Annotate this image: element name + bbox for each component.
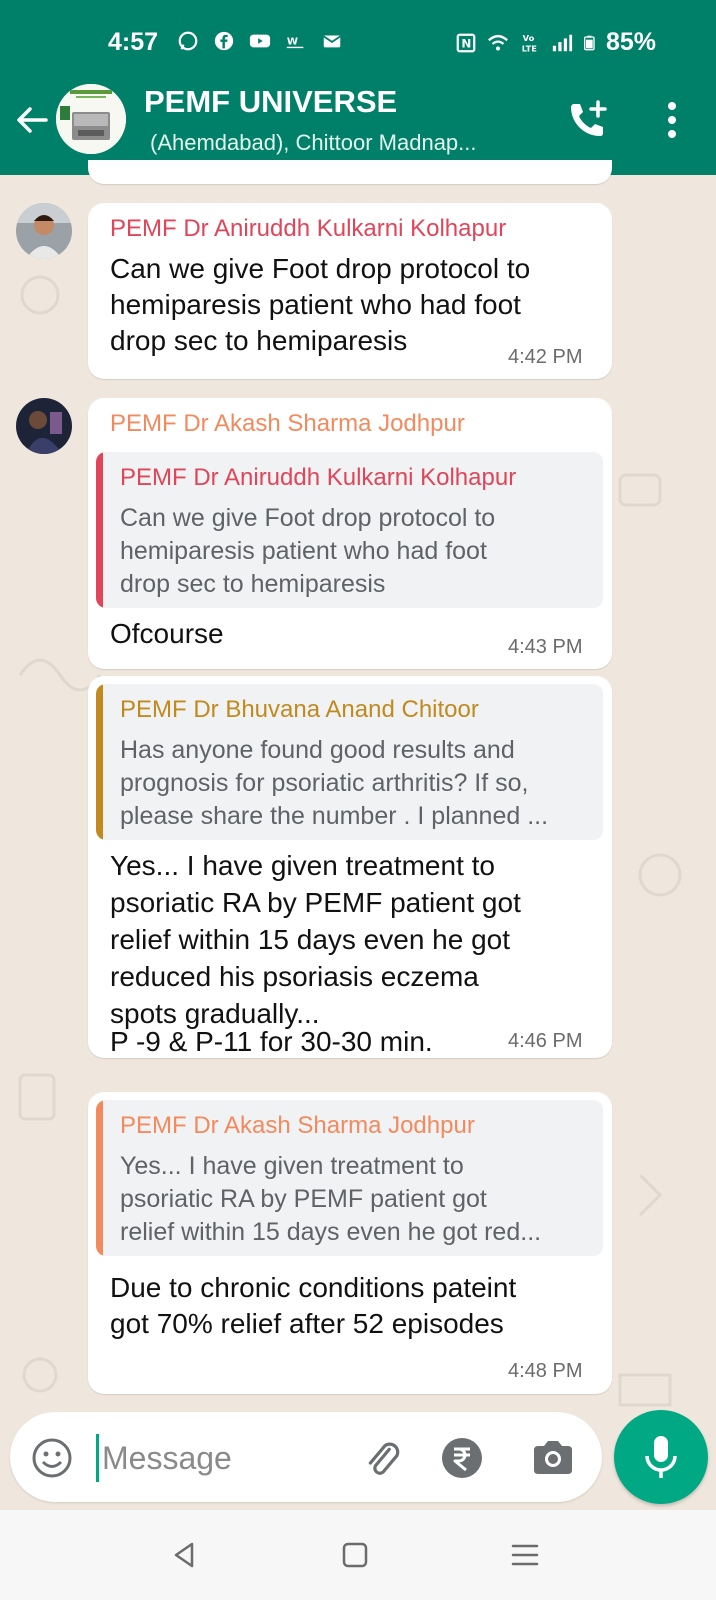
sender-name[interactable]: PEMF Dr Akash Sharma Jodhpur — [110, 410, 465, 438]
previous-message-bubble[interactable] — [88, 160, 612, 184]
message-line: Ofcourse — [110, 618, 224, 649]
status-bar: 4:57 W N Vo LTE 85% — [0, 22, 716, 62]
quoted-line: Can we give Foot drop protocol to — [120, 504, 496, 532]
text-cursor — [96, 1434, 99, 1482]
quote-accent-bar — [96, 452, 103, 608]
pemf-device-image — [56, 84, 126, 154]
avatar-sharma[interactable] — [16, 398, 72, 454]
battery-icon — [584, 35, 595, 50]
group-avatar[interactable] — [56, 84, 126, 154]
quote-accent-bar — [96, 684, 103, 840]
quoted-sender: PEMF Dr Aniruddh Kulkarni Kolhapur — [120, 464, 517, 491]
voice-record-button[interactable] — [614, 1410, 708, 1504]
message-time: 4:46 PM — [508, 1030, 583, 1052]
quoted-line: drop sec to hemiparesis — [120, 570, 386, 598]
message-time: 4:48 PM — [508, 1360, 583, 1382]
message-line: drop sec to hemiparesis — [110, 325, 408, 356]
svg-text:W: W — [287, 37, 298, 48]
nav-menu-icon[interactable] — [508, 1538, 542, 1572]
message-line: Due to chronic conditions pateint — [110, 1272, 517, 1303]
chat-header: 4:57 W N Vo LTE 85% PEMF UNIVERSE (Ahemd… — [0, 0, 716, 175]
message-line: psoriatic RA by PEMF patient got — [110, 887, 521, 918]
svg-text:N: N — [461, 36, 471, 50]
quoted-message[interactable]: PEMF Dr Bhuvana Anand Chitoor Has anyone… — [96, 684, 603, 840]
message-line: hemiparesis patient who had foot — [110, 289, 521, 320]
message-line: Yes... I have given treatment to — [110, 850, 495, 881]
quoted-line: relief within 15 days even he got red... — [120, 1218, 542, 1246]
group-participants[interactable]: (Ahemdabad), Chittoor Madnap... — [150, 130, 477, 156]
mail-notification-icon — [323, 35, 341, 48]
add-call-icon[interactable] — [566, 98, 610, 142]
status-time: 4:57 — [108, 28, 159, 56]
quoted-line: hemiparesis patient who had foot — [120, 537, 487, 565]
more-options-icon[interactable] — [654, 98, 690, 142]
message-bubble[interactable]: PEMF Dr Akash Sharma Jodhpur Yes... I ha… — [88, 1092, 612, 1394]
group-title[interactable]: PEMF UNIVERSE — [144, 84, 397, 120]
quoted-line: Yes... I have given treatment to — [120, 1152, 464, 1180]
rupee-payment-icon[interactable] — [440, 1436, 484, 1480]
facebook-notification-icon — [214, 31, 234, 51]
avatar-kulkarni[interactable] — [16, 203, 72, 259]
quoted-sender: PEMF Dr Bhuvana Anand Chitoor — [120, 696, 479, 723]
system-nav-bar — [0, 1510, 716, 1600]
microphone-icon — [645, 1436, 677, 1478]
message-line: reduced his psoriasis eczema — [110, 961, 479, 992]
youtube-notification-icon — [249, 34, 271, 48]
emoji-icon[interactable] — [30, 1436, 74, 1480]
message-composer — [10, 1412, 602, 1502]
svg-text:LTE: LTE — [522, 43, 538, 53]
quoted-line: psoriatic RA by PEMF patient got — [120, 1185, 487, 1213]
whatsapp-notification-icon — [178, 31, 198, 51]
quoted-sender: PEMF Dr Akash Sharma Jodhpur — [120, 1112, 475, 1139]
quoted-line: Has anyone found good results and — [120, 736, 515, 764]
message-bubble[interactable]: PEMF Dr Aniruddh Kulkarni Kolhapur Can w… — [88, 203, 612, 379]
svg-text:Vo: Vo — [523, 33, 535, 43]
camera-icon[interactable] — [530, 1436, 576, 1480]
message-bubble[interactable]: PEMF Dr Akash Sharma Jodhpur PEMF Dr Ani… — [88, 398, 612, 669]
message-line: Can we give Foot drop protocol to — [110, 253, 531, 284]
app-notification-icon: W — [286, 37, 304, 49]
back-arrow-icon[interactable] — [12, 100, 52, 140]
quoted-message[interactable]: PEMF Dr Aniruddh Kulkarni Kolhapur Can w… — [96, 452, 603, 608]
message-line: got 70% relief after 52 episodes — [110, 1308, 504, 1339]
battery-percent: 85% — [606, 28, 657, 56]
message-time: 4:43 PM — [508, 636, 583, 658]
message-bubble[interactable]: PEMF Dr Bhuvana Anand Chitoor Has anyone… — [88, 676, 612, 1058]
quoted-line: please share the number . I planned ... — [120, 802, 549, 830]
quote-accent-bar — [96, 1100, 103, 1256]
message-line: P -9 & P-11 for 30-30 min. — [110, 1026, 433, 1057]
attach-icon[interactable] — [360, 1436, 404, 1480]
message-input[interactable] — [102, 1434, 342, 1482]
nfc-icon: N — [456, 33, 476, 52]
volte-icon: VoLTE — [522, 33, 538, 53]
message-line: relief within 15 days even he got — [110, 924, 511, 955]
wifi-icon — [488, 34, 508, 51]
sender-name[interactable]: PEMF Dr Aniruddh Kulkarni Kolhapur — [110, 215, 506, 243]
signal-icon — [552, 34, 573, 51]
nav-home-icon[interactable] — [338, 1538, 372, 1572]
message-time: 4:42 PM — [508, 346, 583, 368]
nav-back-icon[interactable] — [168, 1538, 202, 1572]
quoted-message[interactable]: PEMF Dr Akash Sharma Jodhpur Yes... I ha… — [96, 1100, 603, 1256]
quoted-line: prognosis for psoriatic arthritis? If so… — [120, 769, 529, 797]
